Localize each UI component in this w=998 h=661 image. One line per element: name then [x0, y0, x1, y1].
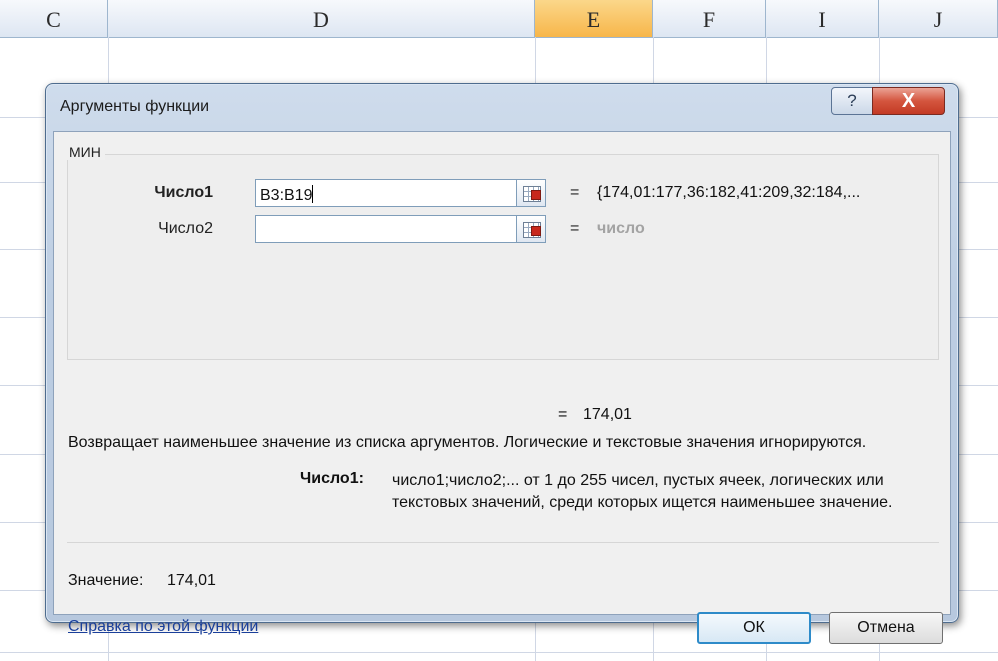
arg1-label: Число1: [154, 184, 213, 201]
arg1-input[interactable]: B3:B19: [255, 179, 517, 207]
formula-result: 174,01: [583, 406, 632, 423]
arg2-input[interactable]: [255, 215, 517, 243]
function-name: МИН: [65, 144, 105, 160]
arg1-input-text: B3:B19: [260, 187, 313, 204]
column-header-row: C D E F I J: [0, 0, 998, 38]
column-header-e[interactable]: E: [535, 0, 653, 37]
arg1-equals: =: [570, 184, 580, 201]
cancel-button[interactable]: Отмена: [829, 612, 943, 644]
formula-result-equals: =: [558, 406, 568, 423]
column-header-f[interactable]: F: [653, 0, 766, 37]
ok-button[interactable]: ОК: [697, 612, 811, 644]
dialog-content: Число1 B3:B19 = {174,01:177,36:182,41:20…: [53, 131, 951, 644]
help-link[interactable]: Справка по этой функции: [68, 618, 258, 636]
grid-hline: [0, 652, 998, 653]
param-description: число1;число2;... от 1 до 255 чисел, пус…: [392, 472, 893, 511]
value-result: 174,01: [167, 572, 216, 589]
arg2-equals: =: [570, 220, 580, 237]
divider: [67, 542, 939, 543]
range-arrow-icon: [531, 190, 541, 200]
column-header-d[interactable]: D: [108, 0, 535, 37]
help-button[interactable]: ?: [831, 87, 873, 115]
value-label: Значение:: [68, 572, 144, 589]
dialog-title: Аргументы функции: [60, 98, 210, 115]
arg2-result: число: [597, 220, 645, 237]
arg1-collapse-button[interactable]: [516, 179, 546, 207]
arg2-label: Число2: [158, 220, 213, 237]
param-name: Число1:: [300, 470, 364, 487]
close-button[interactable]: X: [872, 87, 945, 115]
column-header-i[interactable]: I: [766, 0, 879, 37]
arg2-collapse-button[interactable]: [516, 215, 546, 243]
function-description: Возвращает наименьшее значение из списка…: [68, 434, 867, 451]
arguments-group: Число1 B3:B19 = {174,01:177,36:182,41:20…: [67, 154, 939, 360]
function-arguments-dialog: Аргументы функции ? X Число1 B3:B19 = {1…: [45, 83, 959, 644]
column-header-j[interactable]: J: [879, 0, 998, 37]
range-arrow-icon: [531, 226, 541, 236]
column-header-c[interactable]: C: [0, 0, 108, 37]
text-caret: [312, 185, 314, 203]
arg1-result: {174,01:177,36:182,41:209,32:184,...: [597, 184, 861, 201]
